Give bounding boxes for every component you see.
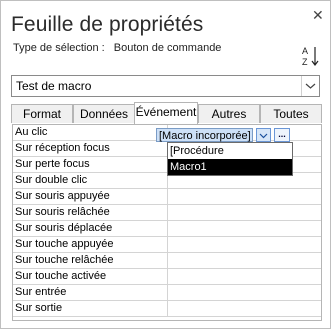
property-value-cell[interactable] xyxy=(167,285,321,300)
tab-format[interactable]: Format xyxy=(11,104,73,123)
property-sheet-panel: Feuille de propriétés ✕ Type de sélectio… xyxy=(0,0,331,329)
tab-strip: Format Données Événement Autres Toutes xyxy=(11,102,322,124)
dropdown-option-selected[interactable]: Macro1 xyxy=(168,159,292,175)
property-row[interactable]: Sur souris déplacée xyxy=(13,221,321,237)
property-label: Sur réception focus xyxy=(15,142,110,154)
property-value-cell[interactable] xyxy=(167,189,321,204)
property-row[interactable]: Sur touche appuyée xyxy=(13,237,321,253)
tab-evenement[interactable]: Événement xyxy=(134,102,198,124)
property-value-cell[interactable] xyxy=(167,205,321,220)
property-label: Sur touche relâchée xyxy=(15,254,114,266)
selection-type-label: Type de sélection : xyxy=(13,42,105,54)
chevron-down-icon[interactable] xyxy=(256,128,271,142)
property-value-cell[interactable] xyxy=(167,301,321,316)
selection-type: Type de sélection : Bouton de commande xyxy=(13,42,221,54)
panel-title: Feuille de propriétés xyxy=(11,13,204,36)
property-value-cell[interactable] xyxy=(167,269,321,284)
svg-text:A: A xyxy=(302,46,308,56)
property-label: Au clic xyxy=(15,126,48,138)
property-row[interactable]: Sur entrée xyxy=(13,285,321,301)
property-label: Sur souris appuyée xyxy=(15,190,110,202)
property-row[interactable]: Sur souris appuyée xyxy=(13,189,321,205)
property-label: Sur perte focus xyxy=(15,158,90,170)
property-label: Sur double clic xyxy=(15,174,88,186)
property-label: Sur touche activée xyxy=(15,270,107,282)
dropdown-option[interactable]: [Procédure événementielle] xyxy=(168,143,292,173)
on-click-value-input[interactable]: [Macro incorporée] xyxy=(156,128,253,142)
property-row[interactable]: Sur sortie xyxy=(13,301,321,317)
tab-autres[interactable]: Autres xyxy=(198,104,260,123)
object-selector-combo[interactable]: Test de macro xyxy=(11,75,320,97)
property-value-cell[interactable] xyxy=(167,253,321,268)
property-label: Sur entrée xyxy=(15,286,67,298)
property-label: Sur souris déplacée xyxy=(15,222,113,234)
tab-donnees[interactable]: Données xyxy=(73,104,135,123)
sort-az-icon[interactable]: A Z xyxy=(301,45,321,67)
svg-text:Z: Z xyxy=(302,57,308,67)
property-label: Sur souris relâchée xyxy=(15,206,110,218)
property-label: Sur touche appuyée xyxy=(15,238,114,250)
event-dropdown-list: [Procédure événementielle] Macro1 xyxy=(167,142,293,176)
property-value-cell[interactable] xyxy=(167,237,321,252)
property-label: Sur sortie xyxy=(15,302,63,314)
property-row[interactable]: Sur souris relâchée xyxy=(13,205,321,221)
builder-button[interactable]: ... xyxy=(274,128,290,142)
property-row[interactable]: Sur touche relâchée xyxy=(13,253,321,269)
property-value-cell[interactable] xyxy=(167,221,321,236)
close-icon[interactable]: ✕ xyxy=(312,7,324,24)
property-row[interactable]: Sur touche activée xyxy=(13,269,321,285)
selection-type-value: Bouton de commande xyxy=(113,42,222,54)
chevron-down-icon[interactable] xyxy=(301,76,319,96)
tab-toutes[interactable]: Toutes xyxy=(260,104,322,123)
object-selector-value: Test de macro xyxy=(16,79,92,93)
